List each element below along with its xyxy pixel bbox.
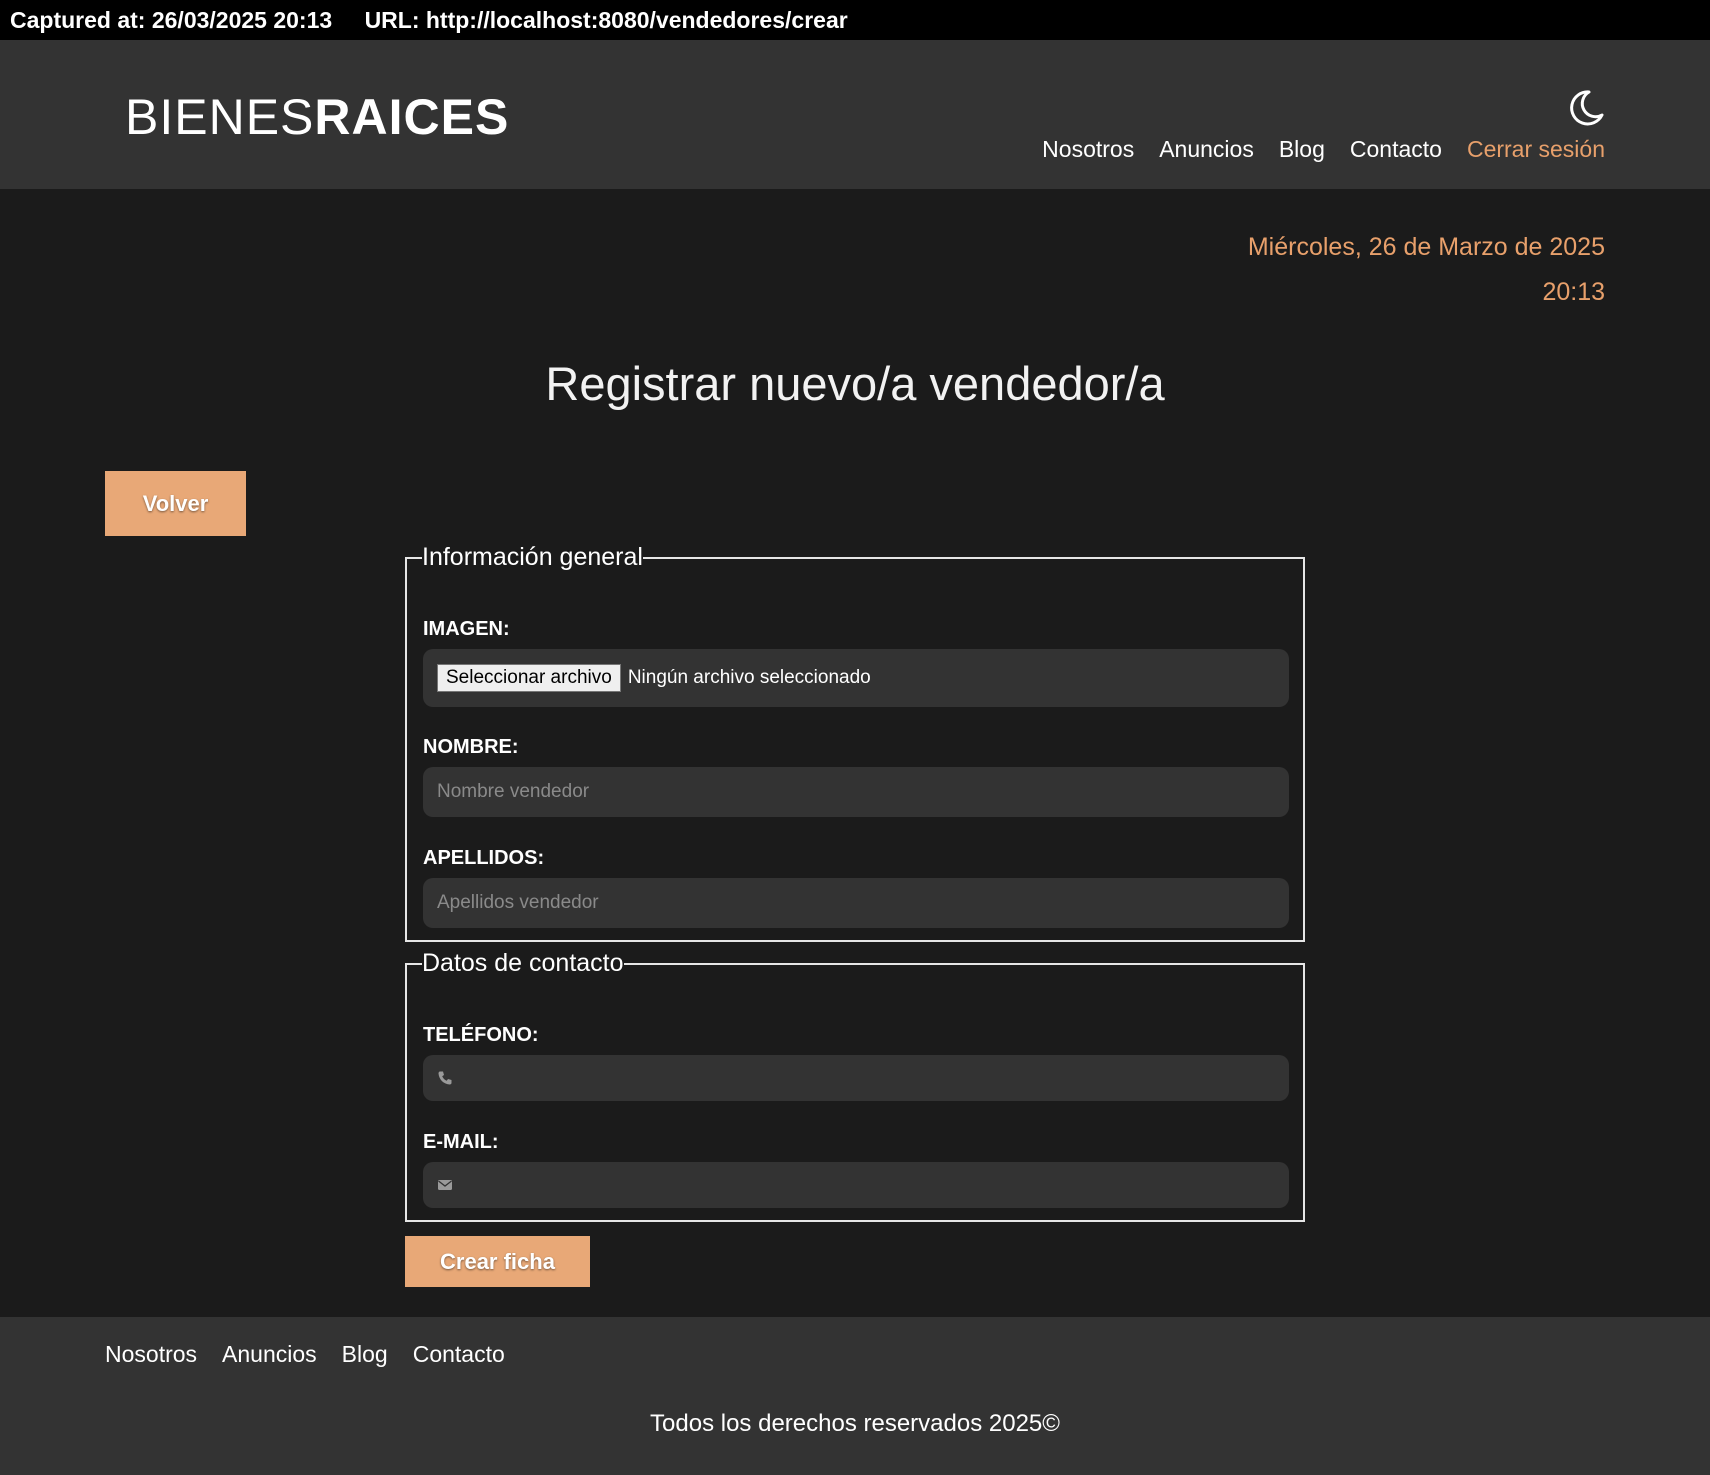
name-input[interactable] [423,767,1289,817]
captured-url-text: URL: http://localhost:8080/vendedores/cr… [364,7,848,33]
phone-icon [438,1071,452,1085]
create-record-button[interactable]: Crear ficha [405,1236,590,1287]
captured-at-text: Captured at: 26/03/2025 20:13 [10,7,333,33]
footer-link-nosotros[interactable]: Nosotros [105,1341,197,1368]
image-file-input[interactable]: Seleccionar archivo Ningún archivo selec… [423,649,1289,707]
footer-nav: Nosotros Anuncios Blog Contacto [105,1341,505,1368]
nav-link-logout[interactable]: Cerrar sesión [1467,136,1605,163]
current-time: 20:13 [1542,278,1605,306]
email-input[interactable] [423,1162,1289,1208]
nav-link-contacto[interactable]: Contacto [1350,136,1442,163]
surname-label: APELLIDOS: [423,847,545,869]
email-label: E-MAIL: [423,1131,499,1153]
site-logo[interactable]: BIENESRAICES [125,92,509,142]
general-info-legend: Información general [422,543,643,571]
moon-icon [1570,90,1604,126]
surname-input[interactable] [423,878,1289,928]
phone-input[interactable] [423,1055,1289,1101]
select-file-button[interactable]: Seleccionar archivo [437,664,621,692]
date-time-display: Miércoles, 26 de Marzo de 2025 20:13 [1248,225,1605,315]
main-nav: Nosotros Anuncios Blog Contacto Cerrar s… [1042,136,1605,163]
contact-info-legend: Datos de contacto [422,949,624,977]
name-label: NOMBRE: [423,736,519,758]
dark-mode-toggle[interactable] [1566,88,1606,128]
footer-link-contacto[interactable]: Contacto [413,1341,505,1368]
logo-bold-text: RAICES [314,89,510,145]
phone-label: TELÉFONO: [423,1024,539,1046]
nav-link-nosotros[interactable]: Nosotros [1042,136,1134,163]
site-footer: Nosotros Anuncios Blog Contacto Todos lo… [0,1317,1710,1475]
envelope-icon [438,1180,452,1190]
page-title: Registrar nuevo/a vendedor/a [545,357,1165,410]
file-status-text: Ningún archivo seleccionado [627,667,871,688]
current-date: Miércoles, 26 de Marzo de 2025 [1247,233,1605,261]
nav-link-anuncios[interactable]: Anuncios [1159,136,1254,163]
nav-link-blog[interactable]: Blog [1279,136,1325,163]
footer-link-anuncios[interactable]: Anuncios [222,1341,317,1368]
general-info-fieldset: Información general IMAGEN: Seleccionar … [405,545,1305,942]
back-button[interactable]: Volver [105,471,246,536]
copyright-text: Todos los derechos reservados 2025© [650,1410,1060,1437]
contact-info-fieldset: Datos de contacto TELÉFONO: E-MAIL: [405,951,1305,1222]
site-header: BIENESRAICES Nosotros Anuncios Blog Cont… [0,40,1710,189]
capture-info-bar: Captured at: 26/03/2025 20:13 URL: http:… [0,0,1710,40]
logo-light-text: BIENES [125,89,315,145]
footer-link-blog[interactable]: Blog [342,1341,388,1368]
image-label: IMAGEN: [423,618,510,640]
